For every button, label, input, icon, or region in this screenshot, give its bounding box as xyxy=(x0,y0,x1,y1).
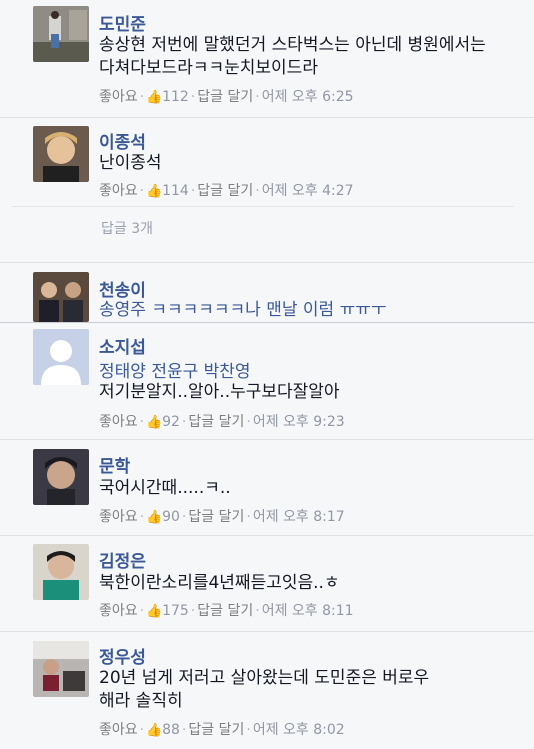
like-button[interactable]: 좋아요 xyxy=(99,183,138,199)
avatar-photo xyxy=(33,641,89,697)
avatar[interactable] xyxy=(33,329,89,385)
timestamp: 어제 오후 8:17 xyxy=(252,509,345,525)
comment-meta: 좋아요 · 👍175 · 답글 달기 · 어제 오후 8:11 xyxy=(99,603,354,619)
avatar[interactable] xyxy=(33,544,89,600)
thumbs-up-icon: 👍 xyxy=(146,90,163,105)
timestamp: 어제 오후 8:02 xyxy=(252,722,345,738)
avatar-photo xyxy=(33,126,89,182)
comment-text: 국어시간때.....ㅋ.. xyxy=(99,478,231,498)
comment-text: 저기분알지..알아..누구보다잘알아 xyxy=(99,382,340,402)
view-replies-link[interactable]: 답글 3개 xyxy=(101,218,153,238)
comment-item: 정우성 20년 넘게 저러고 살아왔는데 도민준은 버로우 해라 솔직히 좋아요… xyxy=(0,632,534,749)
reply-divider xyxy=(12,206,514,207)
commenter-name[interactable]: 김정은 xyxy=(99,547,146,572)
thumbs-up-icon: 👍 xyxy=(146,415,163,430)
reply-button[interactable]: 답글 달기 xyxy=(188,509,244,525)
comment-meta: 좋아요 · 👍92 · 답글 달기 · 어제 오후 9:23 xyxy=(99,414,345,430)
timestamp: 어제 오후 9:23 xyxy=(252,414,345,430)
comment-text: 송상현 저번에 말했던거 스타벅스는 아닌데 병원에서는 다쳐다보드라ㅋㅋ눈치보… xyxy=(99,35,492,78)
reply-button[interactable]: 답글 달기 xyxy=(188,722,244,738)
default-avatar-icon xyxy=(33,329,89,385)
comment-item: 도민준 송상현 저번에 말했던거 스타벅스는 아닌데 병원에서는 다쳐다보드라ㅋ… xyxy=(0,0,534,118)
like-button[interactable]: 좋아요 xyxy=(99,603,138,619)
comment-meta: 좋아요 · 👍112 · 답글 달기 · 어제 오후 6:25 xyxy=(99,89,354,105)
comment-text: 20년 넘게 저러고 살아왔는데 도민준은 버로우 해라 솔직히 xyxy=(99,668,430,711)
like-button[interactable]: 좋아요 xyxy=(99,89,138,105)
avatar[interactable] xyxy=(33,449,89,505)
comment-item: 이종석 난이종석 좋아요 · 👍114 · 답글 달기 · 어제 오후 4:27 답글 3개 xyxy=(0,118,534,263)
reply-button[interactable]: 답글 달기 xyxy=(197,603,253,619)
tagged-friends[interactable]: 정태양 전윤구 박찬영 xyxy=(99,357,251,382)
thumbs-up-icon: 👍 xyxy=(146,184,163,199)
comment-text: 송영주 ㅋㅋㅋㅋㅋㅋ나 맨날 이럼 ㅠㅠㅜ xyxy=(99,300,387,320)
comment-meta: 좋아요 · 👍114 · 답글 달기 · 어제 오후 4:27 xyxy=(99,183,354,199)
avatar[interactable] xyxy=(33,641,89,697)
avatar[interactable] xyxy=(33,272,89,322)
like-count[interactable]: 175 xyxy=(162,603,189,619)
comment-text: 북한이란소리를4년째듣고잇음..ㅎ xyxy=(99,573,340,593)
commenter-name[interactable]: 정우성 xyxy=(99,643,146,668)
avatar-photo xyxy=(33,272,89,322)
like-count[interactable]: 112 xyxy=(162,89,189,105)
like-button[interactable]: 좋아요 xyxy=(99,414,138,430)
timestamp: 어제 오후 4:27 xyxy=(261,183,354,199)
like-count[interactable]: 114 xyxy=(162,183,189,199)
comment-item: 문학 국어시간때.....ㅋ.. 좋아요 · 👍90 · 답글 달기 · 어제 오후 8:1… xyxy=(0,440,534,536)
like-button[interactable]: 좋아요 xyxy=(99,509,138,525)
commenter-name[interactable]: 천송이 xyxy=(99,276,146,301)
like-count[interactable]: 90 xyxy=(162,509,180,525)
like-button[interactable]: 좋아요 xyxy=(99,722,138,738)
commenter-name[interactable]: 소지섭 xyxy=(99,333,146,358)
like-count[interactable]: 92 xyxy=(162,414,180,430)
like-count[interactable]: 88 xyxy=(162,722,180,738)
comment-text: 난이종석 xyxy=(99,153,162,173)
avatar-photo xyxy=(33,6,89,62)
commenter-name[interactable]: 이종석 xyxy=(99,128,146,153)
thumbs-up-icon: 👍 xyxy=(146,510,163,525)
comment-meta: 좋아요 · 👍90 · 답글 달기 · 어제 오후 8:17 xyxy=(99,509,345,525)
timestamp: 어제 오후 6:25 xyxy=(261,89,354,105)
thumbs-up-icon: 👍 xyxy=(146,723,163,738)
comment-meta: 좋아요 · 👍88 · 답글 달기 · 어제 오후 8:02 xyxy=(99,722,345,738)
avatar-photo xyxy=(33,544,89,600)
comment-item: 소지섭 정태양 전윤구 박찬영 저기분알지..알아..누구보다잘알아 좋아요 · 👍… xyxy=(0,323,534,440)
avatar[interactable] xyxy=(33,126,89,182)
commenter-name[interactable]: 문학 xyxy=(99,452,130,477)
reply-button[interactable]: 답글 달기 xyxy=(197,183,253,199)
commenter-name[interactable]: 도민준 xyxy=(99,10,146,35)
thumbs-up-icon: 👍 xyxy=(146,604,163,619)
avatar-photo xyxy=(33,449,89,505)
reply-button[interactable]: 답글 달기 xyxy=(188,414,244,430)
comment-feed: 도민준 송상현 저번에 말했던거 스타벅스는 아닌데 병원에서는 다쳐다보드라ㅋ… xyxy=(0,0,534,749)
comment-item: 천송이 송영주 ㅋㅋㅋㅋㅋㅋ나 맨날 이럼 ㅠㅠㅜ xyxy=(0,263,534,323)
timestamp: 어제 오후 8:11 xyxy=(261,603,354,619)
comment-item: 김정은 북한이란소리를4년째듣고잇음..ㅎ 좋아요 · 👍175 · 답글 달기 · 어제 … xyxy=(0,536,534,632)
reply-button[interactable]: 답글 달기 xyxy=(197,89,253,105)
avatar[interactable] xyxy=(33,6,89,62)
